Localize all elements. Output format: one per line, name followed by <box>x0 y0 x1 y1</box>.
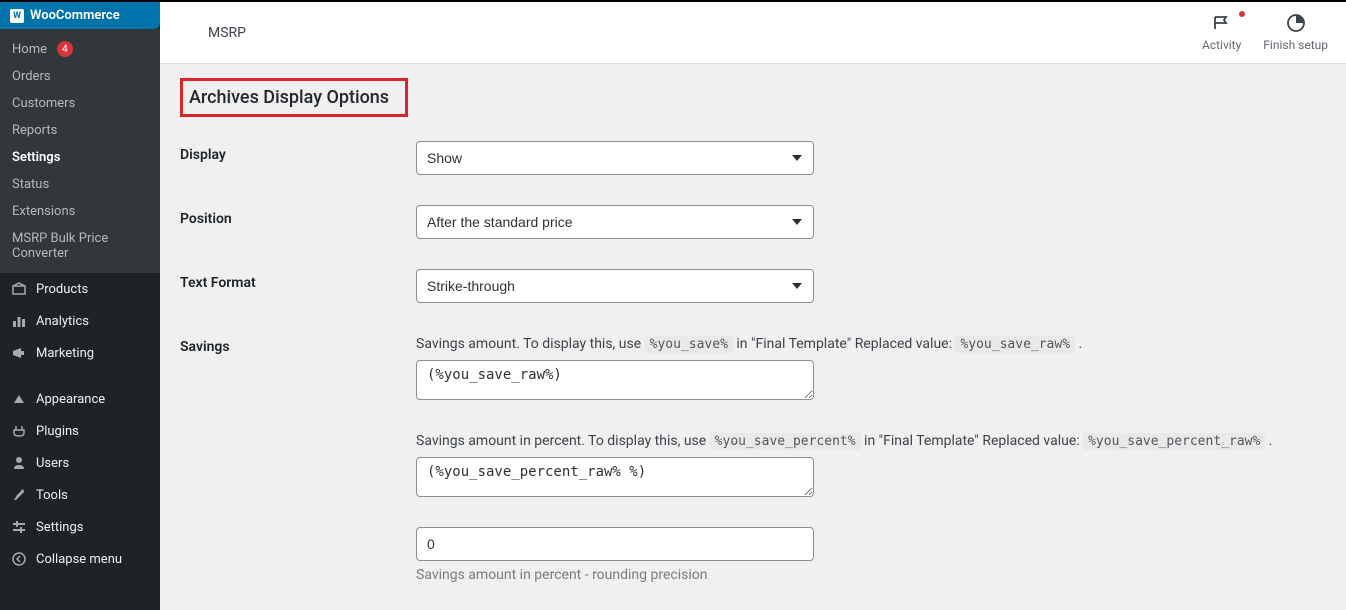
woocommerce-icon: W <box>10 9 24 23</box>
sidebar-item-users[interactable]: Users <box>0 447 160 479</box>
sidebar-item-settings[interactable]: Settings <box>0 144 160 171</box>
sidebar-item-label: Appearance <box>36 392 105 407</box>
users-icon <box>10 455 28 471</box>
code-you-save-percent-raw: %you_save_percent_raw% <box>1083 433 1265 450</box>
position-select[interactable]: After the standard price <box>416 205 814 239</box>
sidebar-item-label: Tools <box>36 488 68 503</box>
sidebar-item-label: Marketing <box>36 346 94 361</box>
sidebar-item-label: Products <box>36 282 88 297</box>
code-you-save: %you_save% <box>645 336 733 353</box>
savings-percent-input[interactable]: (%you_save_percent_raw% %) <box>416 457 814 497</box>
sidebar-item-appearance[interactable]: Appearance <box>0 383 160 415</box>
collapse-icon <box>10 551 28 567</box>
sidebar-item-label: MSRP Bulk Price Converter <box>12 231 148 261</box>
sidebar-item-analytics[interactable]: Analytics <box>0 305 160 337</box>
sidebar-item-label: Collapse menu <box>36 552 122 567</box>
sidebar-item-reports[interactable]: Reports <box>0 117 160 144</box>
sidebar-item-plugins[interactable]: Plugins <box>0 415 160 447</box>
sidebar-item-label: Customers <box>12 96 75 111</box>
section-title: Archives Display Options <box>180 78 408 117</box>
rounding-precision-input[interactable] <box>416 527 814 561</box>
sidebar-item-extensions[interactable]: Extensions <box>0 198 160 225</box>
sidebar-item-msrp-bulk[interactable]: MSRP Bulk Price Converter <box>0 225 160 267</box>
code-you-save-percent: %you_save_percent% <box>710 433 861 450</box>
sidebar-item-label: Users <box>36 456 69 471</box>
savings-amount-input[interactable]: (%you_save_raw%) <box>416 360 814 400</box>
sidebar-item-customers[interactable]: Customers <box>0 90 160 117</box>
finish-setup-button[interactable]: Finish setup <box>1263 13 1328 53</box>
sidebar-item-tools[interactable]: Tools <box>0 479 160 511</box>
sidebar-item-products[interactable]: Products <box>0 273 160 305</box>
sidebar-item-label: Extensions <box>12 204 75 219</box>
sidebar-item-label: Settings <box>12 150 60 165</box>
content-top-bar: MSRP Activity Finish setup <box>160 2 1346 64</box>
rounding-precision-help: Savings amount in percent - rounding pre… <box>416 567 1326 583</box>
sidebar-item-label: Plugins <box>36 424 79 439</box>
sidebar-item-home[interactable]: Home 4 <box>0 35 160 63</box>
sidebar-collapse[interactable]: Collapse menu <box>0 543 160 575</box>
tools-icon <box>10 487 28 503</box>
activity-label: Activity <box>1202 38 1241 52</box>
display-select[interactable]: Show <box>416 141 814 175</box>
marketing-icon <box>10 345 28 361</box>
sidebar-item-orders[interactable]: Orders <box>0 63 160 90</box>
sidebar-item-label: Status <box>12 177 49 192</box>
sidebar-woocommerce-header[interactable]: W WooCommerce <box>0 2 160 29</box>
savings-help-1: Savings amount. To display this, use %yo… <box>416 333 1326 356</box>
sidebar-item-label: Home <box>12 42 47 57</box>
admin-sidebar: W WooCommerce Home 4 Orders Customers Re… <box>0 2 160 610</box>
sidebar-item-label: Analytics <box>36 314 89 329</box>
analytics-icon <box>10 313 28 329</box>
activity-icon <box>1202 13 1241 39</box>
appearance-icon <box>10 391 28 407</box>
content-area: MSRP Activity Finish setup Arc <box>160 2 1346 610</box>
sidebar-item-settings-main[interactable]: Settings <box>0 511 160 543</box>
text-format-select[interactable]: Strike-through <box>416 269 814 303</box>
plugins-icon <box>10 423 28 439</box>
activity-button[interactable]: Activity <box>1202 13 1241 53</box>
savings-help-2: Savings amount in percent. To display th… <box>416 430 1326 453</box>
products-icon <box>10 281 28 297</box>
sidebar-item-label: Orders <box>12 69 51 84</box>
page-title: MSRP <box>178 25 246 41</box>
sidebar-item-status[interactable]: Status <box>0 171 160 198</box>
finish-setup-icon <box>1263 13 1328 39</box>
code-you-save-raw: %you_save_raw% <box>955 336 1075 353</box>
display-label: Display <box>180 141 416 163</box>
sidebar-item-label: Reports <box>12 123 57 138</box>
position-label: Position <box>180 205 416 227</box>
sidebar-item-label: Settings <box>36 520 83 535</box>
woocommerce-label: WooCommerce <box>30 8 120 23</box>
text-format-label: Text Format <box>180 269 416 291</box>
sidebar-item-marketing[interactable]: Marketing <box>0 337 160 369</box>
settings-icon <box>10 519 28 535</box>
activity-dot <box>1239 11 1245 17</box>
savings-label: Savings <box>180 333 416 355</box>
home-badge: 4 <box>57 41 73 57</box>
finish-setup-label: Finish setup <box>1263 38 1328 52</box>
